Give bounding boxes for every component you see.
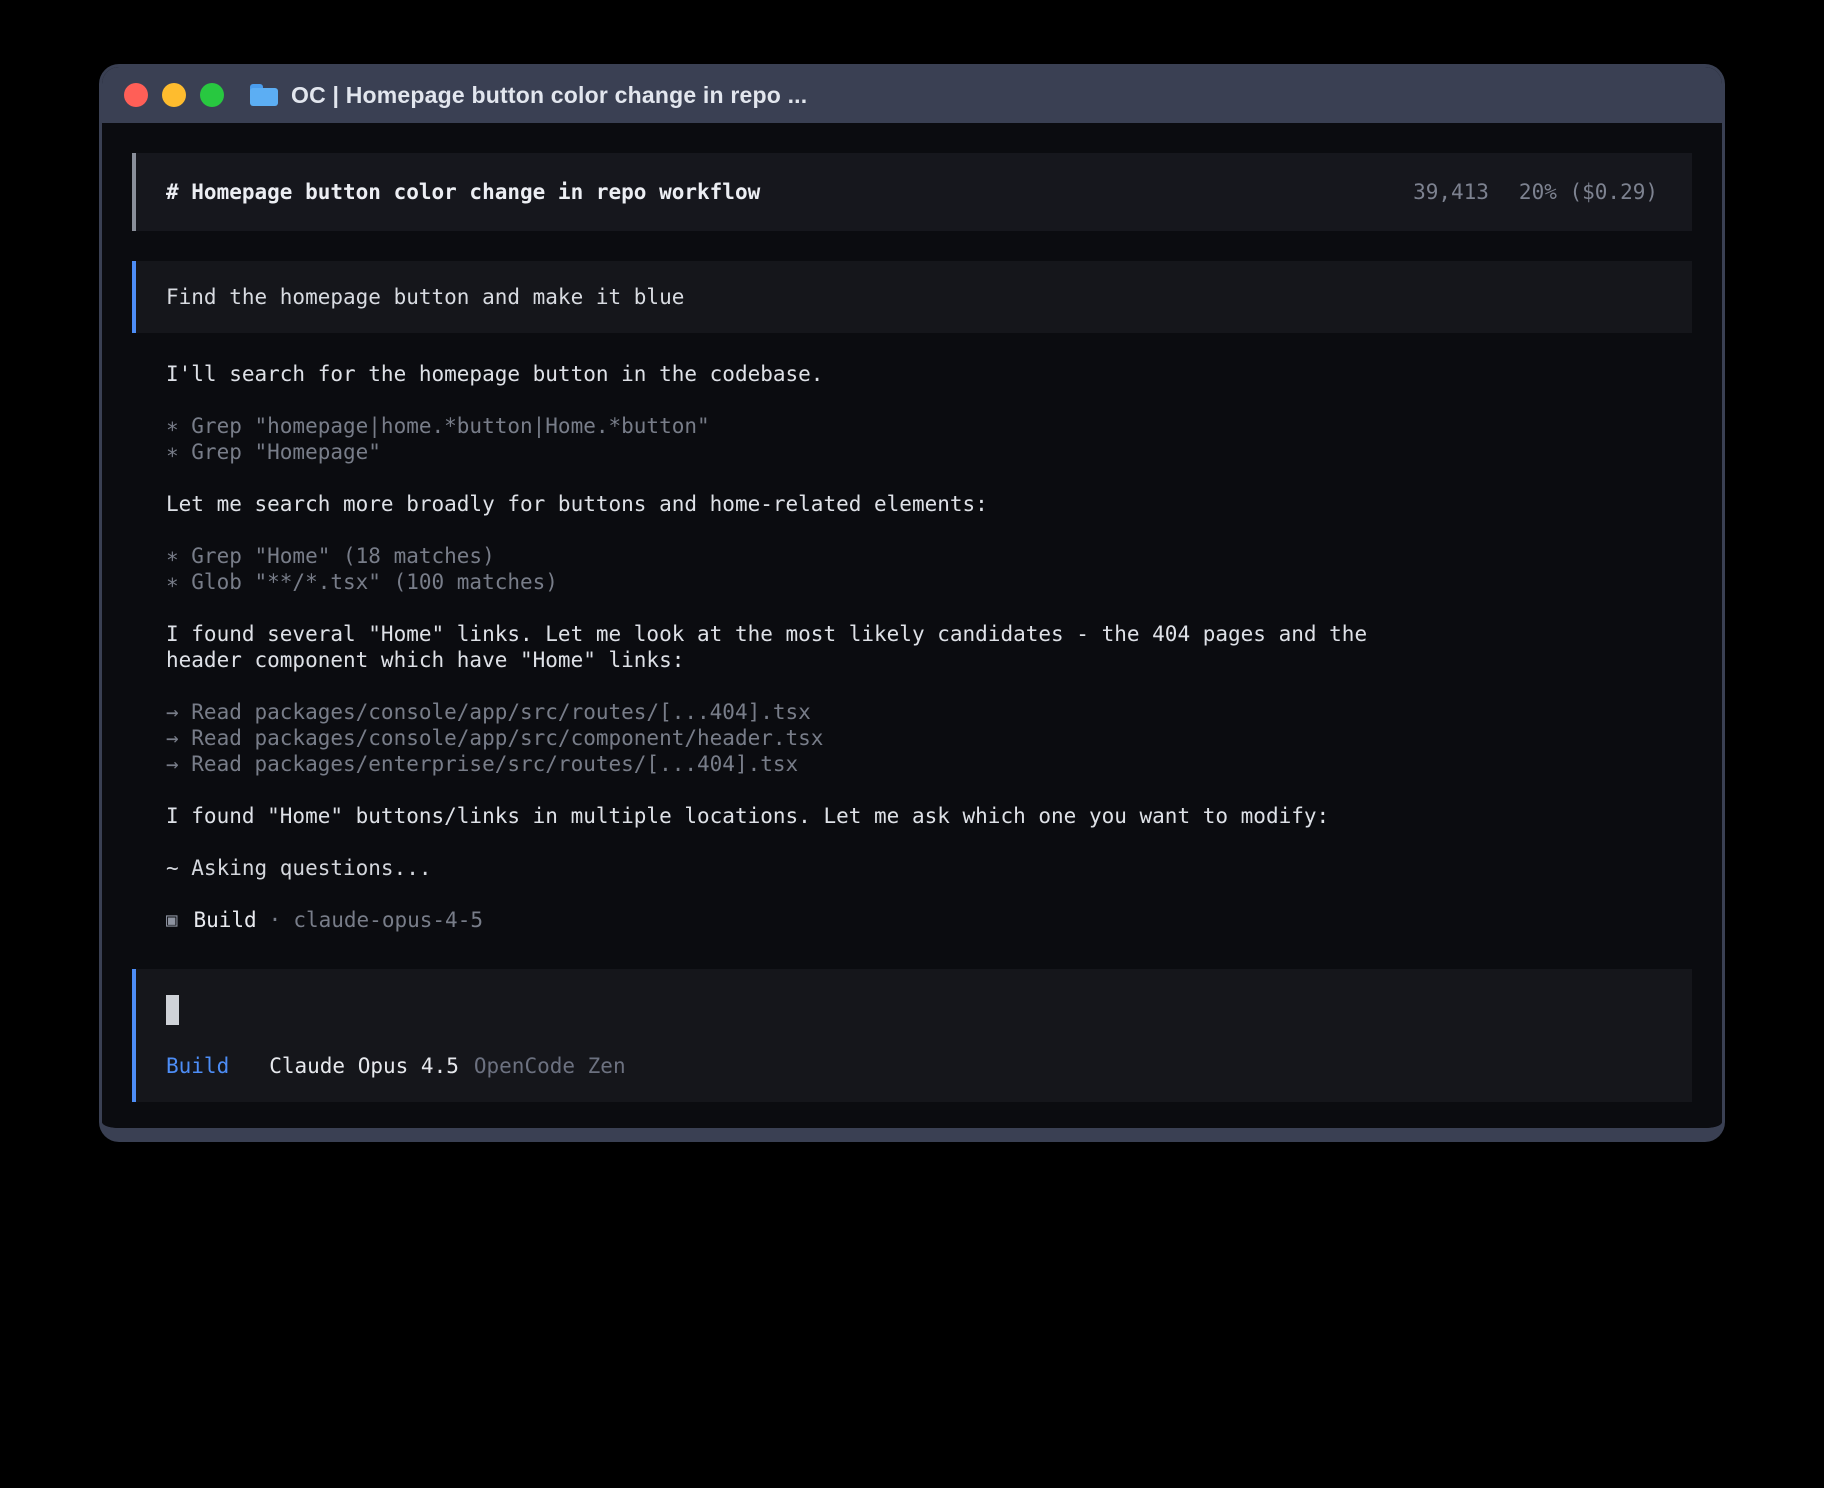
agents-key: tab [1329, 1134, 1367, 1142]
agent-separator: · [269, 907, 282, 933]
zoom-button[interactable] [200, 83, 224, 107]
assistant-text-line: I found several "Home" links. Let me loo… [166, 621, 1436, 673]
agent-badge: ▣ Build · claude-opus-4-5 [166, 907, 1436, 933]
esc-key: esc [363, 1134, 401, 1142]
transcript: I'll search for the homepage button in t… [132, 333, 1692, 933]
model-label: Claude Opus 4.5 [269, 1054, 459, 1078]
tool-call-line: ∗ Glob "**/*.tsx" (100 matches) [166, 569, 1436, 595]
titlebar[interactable]: OC | Homepage button color change in rep… [102, 67, 1722, 123]
assistant-text-line: I'll search for the homepage button in t… [166, 361, 1436, 387]
token-count: 39,413 [1413, 180, 1489, 204]
text-cursor[interactable] [166, 995, 179, 1025]
session-meta: 39,413 20% ($0.29) [1413, 180, 1658, 204]
tool-call-line: ∗ Grep "Home" (18 matches) [166, 543, 1436, 569]
user-message-panel: Find the homepage button and make it blu… [132, 261, 1692, 333]
context-usage: 20% ($0.29) [1519, 180, 1658, 204]
terminal-window: OC | Homepage button color change in rep… [99, 64, 1725, 1142]
agent-model: claude-opus-4-5 [293, 907, 483, 933]
status-bar: ········ esc interrupt ctrl+t variants t… [132, 1126, 1692, 1142]
commands-hint: ctrl+p commands [1499, 1134, 1688, 1142]
file-read-line: → Read packages/console/app/src/routes/[… [166, 699, 1436, 725]
agent-name: Build [193, 907, 256, 933]
activity-status-line: ~ Asking questions... [166, 855, 1436, 881]
user-message-text: Find the homepage button and make it blu… [166, 285, 684, 309]
session-header: # Homepage button color change in repo w… [132, 153, 1692, 231]
agents-hint: tab agents [1329, 1134, 1455, 1142]
traffic-lights [124, 83, 224, 107]
spinner-dots: ········ [132, 1134, 305, 1142]
prompt-input-panel[interactable]: Build Claude Opus 4.5 OpenCode Zen [132, 969, 1692, 1102]
esc-label: interrupt [413, 1134, 527, 1142]
prompt-meta: Build Claude Opus 4.5 OpenCode Zen [166, 1054, 1662, 1078]
session-title: # Homepage button color change in repo w… [166, 180, 760, 204]
provider-label: OpenCode Zen [474, 1054, 626, 1078]
file-read-line: → Read packages/enterprise/src/routes/[.… [166, 751, 1436, 777]
mode-label: Build [166, 1054, 229, 1078]
assistant-text-line: I found "Home" buttons/links in multiple… [166, 803, 1436, 829]
tool-call-line: ∗ Grep "Homepage" [166, 439, 1436, 465]
agent-icon: ▣ [166, 907, 177, 933]
file-read-line: → Read packages/console/app/src/componen… [166, 725, 1436, 751]
variants-hint: ctrl+t variants [1096, 1134, 1285, 1142]
esc-hint: esc interrupt [363, 1134, 527, 1142]
assistant-text-line: Let me search more broadly for buttons a… [166, 491, 1436, 517]
title-group: OC | Homepage button color change in rep… [250, 82, 807, 109]
variants-key: ctrl+t [1096, 1134, 1172, 1142]
commands-key: ctrl+p [1499, 1134, 1575, 1142]
window-title: OC | Homepage button color change in rep… [291, 82, 807, 109]
agents-label: agents [1379, 1134, 1455, 1142]
tool-call-line: ∗ Grep "homepage|home.*button|Home.*butt… [166, 413, 1436, 439]
folder-icon [250, 84, 278, 106]
terminal-content: # Homepage button color change in repo w… [102, 123, 1722, 1128]
minimize-button[interactable] [162, 83, 186, 107]
close-button[interactable] [124, 83, 148, 107]
commands-label: commands [1587, 1134, 1688, 1142]
variants-label: variants [1184, 1134, 1285, 1142]
